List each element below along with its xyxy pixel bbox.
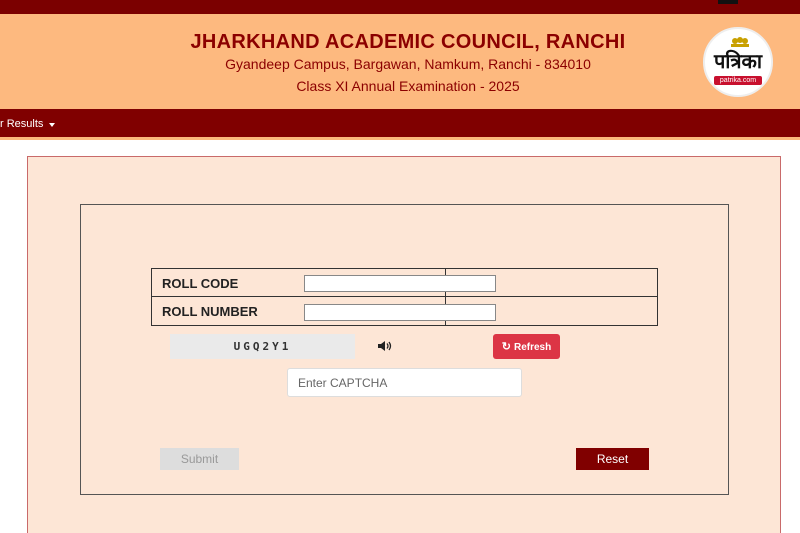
captcha-image: UGQ2Y1 (170, 334, 355, 359)
captcha-input[interactable] (287, 368, 522, 397)
caret-down-icon (49, 123, 55, 127)
roll-number-input[interactable] (304, 304, 496, 321)
roll-number-label: ROLL NUMBER (162, 304, 258, 319)
refresh-label: Refresh (513, 342, 552, 353)
top-bar (0, 0, 800, 14)
header: JHARKHAND ACADEMIC COUNCIL, RANCHI Gyand… (0, 14, 800, 109)
captcha-code: UGQ2Y1 (233, 340, 292, 353)
header-address: Gyandeep Campus, Bargawan, Namkum, Ranch… (225, 56, 591, 72)
refresh-icon: ↻ (501, 341, 511, 353)
patrika-logo: पत्रिका patrika.com (703, 27, 773, 97)
refresh-captcha-button[interactable]: ↻ Refresh (493, 334, 560, 359)
reset-button[interactable]: Reset (576, 448, 649, 470)
roll-code-input[interactable] (304, 275, 496, 292)
speaker-icon[interactable] (377, 340, 393, 352)
header-exam: Class XI Annual Examination - 2025 (296, 78, 520, 94)
navbar: r Results (0, 109, 800, 140)
logo-text: पत्रिका (713, 49, 763, 73)
page-title: JHARKHAND ACADEMIC COUNCIL, RANCHI (190, 31, 626, 53)
roll-code-label: ROLL CODE (162, 276, 239, 291)
submit-button[interactable]: Submit (160, 448, 239, 470)
top-bar-block (718, 0, 738, 4)
nav-results-dropdown[interactable]: r Results (0, 118, 43, 130)
logo-website: patrika.com (714, 76, 762, 85)
